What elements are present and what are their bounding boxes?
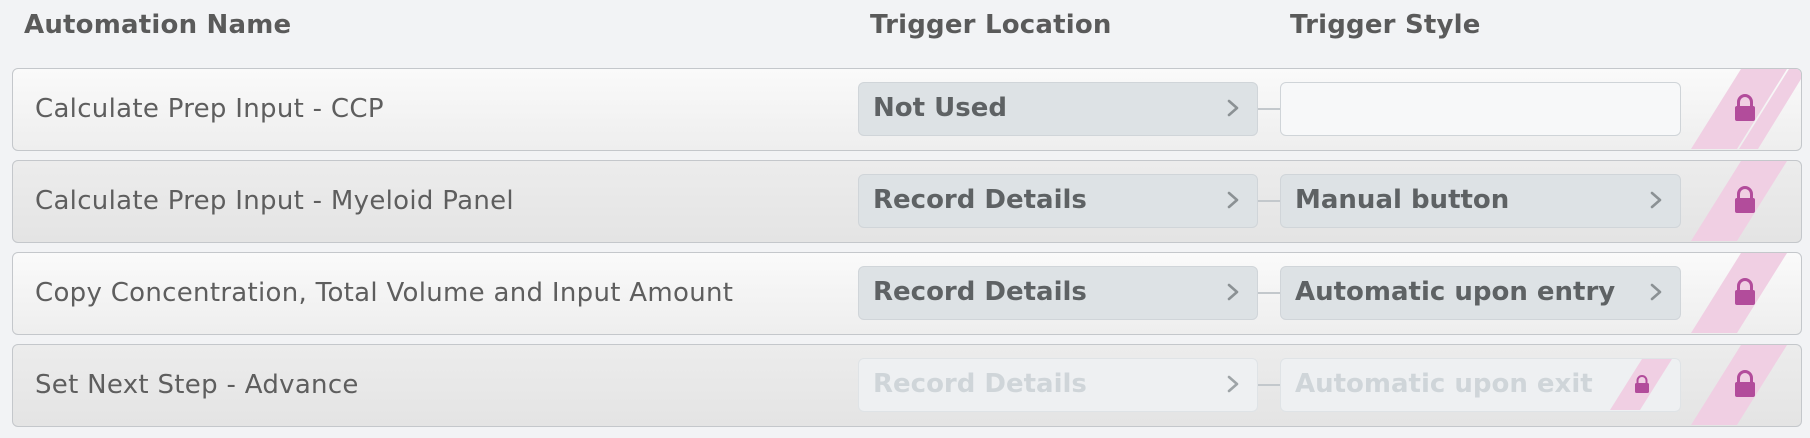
trigger-location-picker: Record Details [858,358,1258,412]
chevron-right-icon [1650,191,1662,209]
lock-icon [1735,94,1755,121]
automation-row[interactable]: Set Next Step - Advance Record Details A… [12,344,1802,427]
trigger-location-value: Record Details [873,277,1087,307]
trigger-style-value: Manual button [1295,185,1510,215]
trigger-style-picker[interactable]: Manual button [1280,174,1681,228]
automation-row[interactable]: Calculate Prep Input - CCP Not Used [12,68,1802,151]
chevron-right-icon [1227,283,1239,301]
automation-name: Copy Concentration, Total Volume and Inp… [35,278,734,308]
trigger-style-picker[interactable]: Automatic upon entry [1280,266,1681,320]
lock-icon [1735,278,1755,305]
trigger-location-value: Record Details [873,369,1087,399]
trigger-location-picker[interactable]: Record Details [858,174,1258,228]
trigger-location-picker[interactable]: Not Used [858,82,1258,136]
trigger-style-picker: Automatic upon exit [1280,358,1681,412]
trigger-style-value: Automatic upon entry [1295,277,1616,307]
trigger-location-value: Not Used [873,93,1007,123]
connector-line [1258,200,1280,202]
connector-line [1258,292,1280,294]
trigger-style-value: Automatic upon exit [1295,369,1593,399]
automation-row[interactable]: Calculate Prep Input - Myeloid Panel Rec… [12,160,1802,243]
automation-name: Set Next Step - Advance [35,370,359,400]
column-header-automation-name: Automation Name [24,10,292,40]
trigger-location-value: Record Details [873,185,1087,215]
trigger-style-picker[interactable] [1280,82,1681,136]
column-header-trigger-style: Trigger Style [1290,10,1481,40]
automation-list: Automation Name Trigger Location Trigger… [0,0,1810,438]
connector-line [1258,108,1280,110]
column-header-trigger-location: Trigger Location [870,10,1112,40]
chevron-right-icon [1227,191,1239,209]
automation-name: Calculate Prep Input - CCP [35,94,384,124]
chevron-right-icon [1650,283,1662,301]
lock-icon [1735,186,1755,213]
lock-indicator [1610,359,1680,410]
automation-row[interactable]: Copy Concentration, Total Volume and Inp… [12,252,1802,335]
trigger-location-picker[interactable]: Record Details [858,266,1258,320]
lock-icon [1735,370,1755,397]
connector-line [1258,384,1280,386]
chevron-right-icon [1227,375,1239,393]
automation-name: Calculate Prep Input - Myeloid Panel [35,186,514,216]
chevron-right-icon [1227,99,1239,117]
